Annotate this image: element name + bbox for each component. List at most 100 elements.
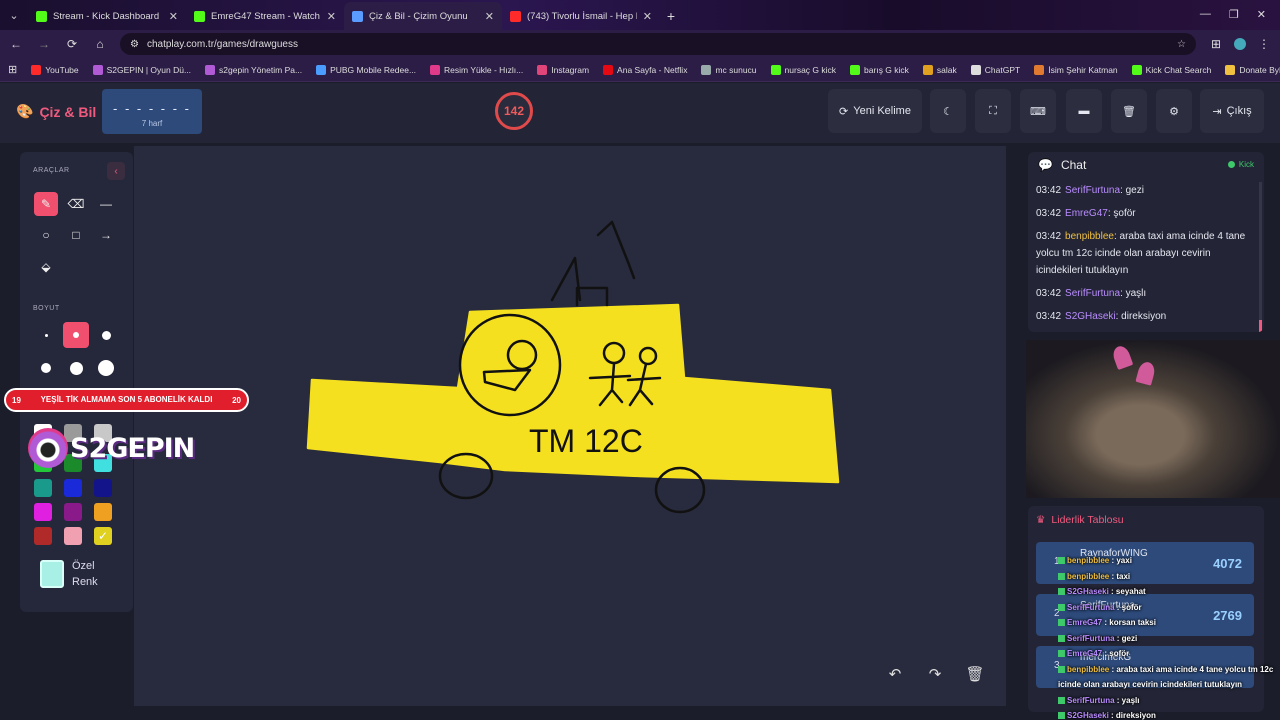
- browser-tab[interactable]: (743) Tivorlu İsmail - Hep B ✕: [502, 2, 660, 30]
- tab-search-icon[interactable]: ⌄: [0, 0, 28, 30]
- arrow-tool[interactable]: →: [94, 223, 118, 247]
- size-s[interactable]: [63, 322, 89, 348]
- bookmark-item[interactable]: İsim Şehir Katman: [1034, 64, 1118, 75]
- bookmark-item[interactable]: s2gepin Yönetim Pa...: [205, 64, 302, 75]
- size-l[interactable]: [33, 355, 59, 381]
- message-user[interactable]: S2GHaseki: [1065, 311, 1116, 322]
- bookmark-favicon-icon: [537, 64, 548, 75]
- settings-button[interactable]: ⚙: [1156, 89, 1192, 133]
- feed-text: yaxi: [1116, 556, 1132, 565]
- color-swatch[interactable]: [64, 503, 82, 521]
- bookmark-item[interactable]: PUBG Mobile Redee...: [316, 64, 416, 75]
- size-xs[interactable]: [33, 322, 59, 348]
- archive-icon: ▬: [1078, 105, 1090, 117]
- tool-panel: ARAÇLAR ‹ ✎ ⌫ — ○ □ → ⬙ BOYUT: [20, 152, 133, 612]
- browser-tab[interactable]: Çiz & Bil - Çizim Oyunu ✕: [344, 2, 502, 30]
- rectangle-tool[interactable]: □: [64, 223, 88, 247]
- line-tool[interactable]: —: [94, 192, 118, 216]
- size-xxl[interactable]: [93, 355, 119, 381]
- close-tab-icon[interactable]: ✕: [169, 10, 178, 23]
- clear-canvas-button[interactable]: 🗑: [961, 660, 989, 688]
- size-m[interactable]: [93, 322, 119, 348]
- extensions-icon[interactable]: ⊞: [1208, 37, 1224, 51]
- game-header: 🎨 Çiz & Bil - - - - - - - 7 harf 142 ⟳ Y…: [0, 83, 1280, 143]
- feed-user: SerifFurtuna: [1067, 602, 1115, 612]
- message-user[interactable]: benpibblee: [1065, 231, 1114, 242]
- fullscreen-button[interactable]: ⛶: [975, 89, 1011, 133]
- bookmark-item[interactable]: YouTube: [31, 64, 79, 75]
- chat-scrollbar[interactable]: [1259, 182, 1262, 332]
- site-info-icon[interactable]: ⚙: [130, 39, 139, 50]
- bookmark-item[interactable]: S2GEPIN | Oyun Dü...: [92, 64, 191, 75]
- eraser-tool[interactable]: ⌫: [64, 192, 88, 216]
- color-swatch[interactable]: [64, 479, 82, 497]
- bookmark-item[interactable]: mc sunucu: [701, 64, 757, 75]
- fill-tool[interactable]: ⬙: [34, 255, 58, 279]
- redo-button[interactable]: ↷: [921, 660, 949, 688]
- browser-tab[interactable]: EmreG47 Stream - Watch Live o ✕: [186, 2, 344, 30]
- undo-button[interactable]: ↶: [881, 660, 909, 688]
- new-word-button[interactable]: ⟳ Yeni Kelime: [828, 89, 922, 133]
- bookmark-item[interactable]: Ana Sayfa - Netflix: [603, 64, 687, 75]
- bookmark-item[interactable]: Donate ByNoGame...: [1225, 64, 1280, 75]
- close-tab-icon[interactable]: ✕: [643, 10, 652, 23]
- circle-tool[interactable]: ○: [34, 223, 58, 247]
- color-swatch[interactable]: [94, 479, 112, 497]
- bookmark-item[interactable]: nursaç G kick: [770, 64, 836, 75]
- back-icon[interactable]: ←: [8, 37, 24, 51]
- bookmark-item[interactable]: barış G kick: [850, 64, 909, 75]
- apps-grid-icon[interactable]: ⊞: [8, 63, 17, 76]
- color-swatch[interactable]: [34, 503, 52, 521]
- color-swatch[interactable]: [64, 527, 82, 545]
- color-swatch[interactable]: [34, 479, 52, 497]
- close-tab-icon[interactable]: ✕: [327, 10, 336, 23]
- exit-button[interactable]: ⇥ Çıkış: [1200, 89, 1264, 133]
- browser-tab[interactable]: Stream - Kick Dashboard ✕: [28, 2, 186, 30]
- bookmark-item[interactable]: Resim Yükle - Hızlı...: [430, 64, 523, 75]
- message-user[interactable]: EmreG47: [1065, 208, 1108, 219]
- reload-icon[interactable]: ⟳: [64, 37, 80, 51]
- new-word-label: Yeni Kelime: [853, 105, 911, 117]
- size-xl[interactable]: [63, 355, 89, 381]
- leaderboard-title: Liderlik Tablosu: [1051, 514, 1124, 526]
- bookmark-label: mc sunucu: [715, 64, 757, 75]
- bookmark-item[interactable]: Kick Chat Search: [1131, 64, 1211, 75]
- color-swatch[interactable]: [94, 527, 112, 545]
- brush-tool[interactable]: ✎: [34, 192, 58, 216]
- dark-mode-button[interactable]: ☾: [930, 89, 966, 133]
- message-user[interactable]: SerifFurtuna: [1065, 288, 1120, 299]
- home-icon[interactable]: ⌂: [92, 37, 108, 51]
- collapse-panel-button[interactable]: ‹: [107, 162, 125, 180]
- feed-user: EmreG47: [1067, 649, 1103, 658]
- app-logo[interactable]: 🎨 Çiz & Bil: [16, 103, 96, 120]
- chatplay-icon: [352, 10, 363, 22]
- forward-icon[interactable]: →: [36, 37, 52, 51]
- restore-icon[interactable]: ❐: [1229, 8, 1239, 21]
- archive-button[interactable]: ▬: [1066, 89, 1102, 133]
- bookmark-favicon-icon: [316, 64, 327, 75]
- color-swatch[interactable]: [34, 527, 52, 545]
- exit-icon: ⇥: [1212, 105, 1222, 118]
- message-time: 03:42: [1036, 208, 1062, 219]
- close-window-icon[interactable]: ✕: [1257, 8, 1266, 21]
- color-swatch[interactable]: [94, 503, 112, 521]
- feed-user: S2GHaseki: [1067, 711, 1109, 720]
- bookmark-item[interactable]: ChatGPT: [970, 64, 1021, 75]
- bookmark-label: ChatGPT: [984, 64, 1021, 75]
- delete-button[interactable]: 🗑: [1111, 89, 1147, 133]
- drawing-canvas[interactable]: TM 12C ↶ ↷ 🗑: [134, 146, 1006, 706]
- badge-icon: [1058, 588, 1065, 596]
- new-tab-button[interactable]: +: [660, 2, 682, 30]
- custom-color-swatch[interactable]: [40, 560, 64, 588]
- bookmark-star-icon[interactable]: ☆: [1177, 39, 1186, 50]
- minimize-icon[interactable]: —: [1200, 8, 1211, 21]
- keyboard-button[interactable]: ⌨: [1020, 89, 1056, 133]
- profile-avatar[interactable]: [1234, 38, 1246, 50]
- close-tab-icon[interactable]: ✕: [485, 10, 494, 23]
- url-input[interactable]: ⚙ chatplay.com.tr/games/drawguess ☆: [120, 33, 1196, 55]
- message-user[interactable]: SerifFurtuna: [1065, 185, 1120, 196]
- bookmark-item[interactable]: salak: [922, 64, 957, 75]
- feed-message: S2GHaseki : seyahat: [1058, 584, 1280, 600]
- bookmark-item[interactable]: Instagram: [537, 64, 589, 75]
- browser-menu-icon[interactable]: ⋮: [1256, 37, 1272, 51]
